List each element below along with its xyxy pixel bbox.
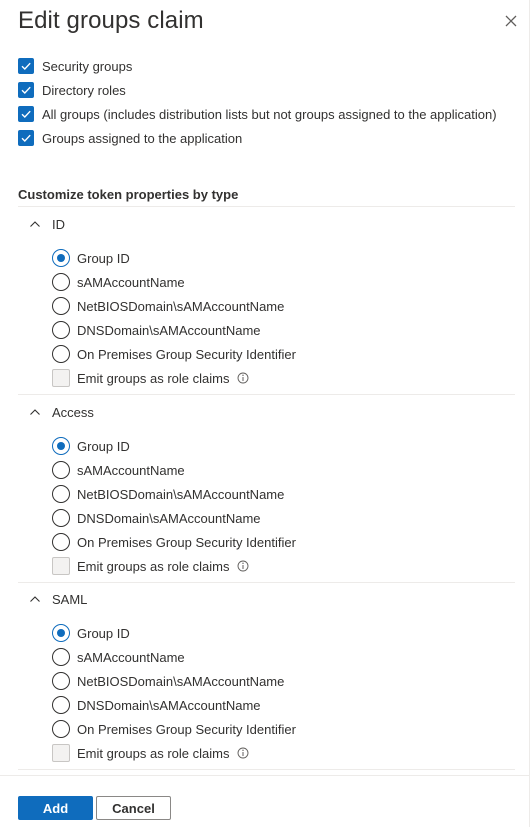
checkbox[interactable] bbox=[18, 58, 34, 74]
section-title: ID bbox=[52, 216, 65, 232]
chevron-up-icon bbox=[30, 221, 40, 227]
footer-divider bbox=[0, 775, 529, 776]
section-toggle-saml[interactable]: SAML bbox=[28, 589, 87, 609]
checkbox-label: Emit groups as role claims bbox=[77, 558, 230, 574]
checkmark-icon bbox=[21, 86, 31, 94]
section-title: SAML bbox=[52, 591, 88, 607]
cancel-button[interactable]: Cancel bbox=[96, 796, 171, 820]
radio-button[interactable] bbox=[52, 533, 70, 551]
radio-label: DNSDomain\sAMAccountName bbox=[77, 322, 261, 338]
radio-button[interactable] bbox=[52, 720, 70, 738]
checkmark-icon bbox=[21, 134, 31, 142]
customize-heading: Customize token properties by type bbox=[18, 187, 239, 202]
checkbox[interactable] bbox=[52, 744, 70, 762]
radio-option[interactable]: NetBIOSDomain\sAMAccountName bbox=[52, 484, 284, 504]
checkbox[interactable] bbox=[18, 106, 34, 122]
radio-button[interactable] bbox=[52, 648, 70, 666]
emit-role-claims-option[interactable]: Emit groups as role claims bbox=[52, 368, 249, 388]
checkbox-label: Directory roles bbox=[42, 82, 126, 98]
radio-option[interactable]: DNSDomain\sAMAccountName bbox=[52, 508, 261, 528]
checkbox-label: All groups (includes distribution lists … bbox=[42, 106, 497, 122]
divider bbox=[18, 582, 515, 583]
chevron-up-icon bbox=[30, 409, 40, 415]
radio-label: NetBIOSDomain\sAMAccountName bbox=[77, 673, 285, 689]
close-button[interactable] bbox=[500, 10, 522, 32]
checkbox[interactable] bbox=[18, 82, 34, 98]
radio-option[interactable]: Group ID bbox=[52, 436, 130, 456]
divider bbox=[18, 394, 515, 395]
info-icon[interactable] bbox=[237, 372, 249, 384]
radio-option[interactable]: DNSDomain\sAMAccountName bbox=[52, 320, 261, 340]
checkmark-icon bbox=[21, 62, 31, 70]
divider bbox=[18, 206, 515, 207]
radio-option[interactable]: NetBIOSDomain\sAMAccountName bbox=[52, 671, 284, 691]
radio-option[interactable]: NetBIOSDomain\sAMAccountName bbox=[52, 296, 284, 316]
checkbox-label: Emit groups as role claims bbox=[77, 370, 230, 386]
radio-option[interactable]: On Premises Group Security Identifier bbox=[52, 532, 296, 552]
radio-option[interactable]: sAMAccountName bbox=[52, 460, 185, 480]
radio-label: sAMAccountName bbox=[77, 274, 185, 290]
info-icon[interactable] bbox=[237, 747, 249, 759]
radio-option[interactable]: Group ID bbox=[52, 623, 130, 643]
radio-button[interactable] bbox=[52, 249, 70, 267]
radio-label: DNSDomain\sAMAccountName bbox=[77, 510, 261, 526]
section-title: Access bbox=[52, 404, 94, 420]
radio-label: sAMAccountName bbox=[77, 649, 185, 665]
checkbox[interactable] bbox=[52, 369, 70, 387]
radio-label: Group ID bbox=[77, 438, 130, 454]
emit-role-claims-option[interactable]: Emit groups as role claims bbox=[52, 556, 249, 576]
radio-button[interactable] bbox=[52, 321, 70, 339]
checkbox-label: Security groups bbox=[42, 58, 133, 74]
group-type-option[interactable]: All groups (includes distribution lists … bbox=[18, 104, 497, 124]
radio-button[interactable] bbox=[52, 345, 70, 363]
emit-role-claims-option[interactable]: Emit groups as role claims bbox=[52, 743, 249, 763]
radio-label: NetBIOSDomain\sAMAccountName bbox=[77, 486, 285, 502]
radio-button[interactable] bbox=[52, 437, 70, 455]
radio-button[interactable] bbox=[52, 485, 70, 503]
radio-option[interactable]: sAMAccountName bbox=[52, 272, 185, 292]
radio-label: DNSDomain\sAMAccountName bbox=[77, 697, 261, 713]
radio-button[interactable] bbox=[52, 297, 70, 315]
radio-label: On Premises Group Security Identifier bbox=[77, 721, 296, 737]
close-icon bbox=[505, 15, 517, 27]
radio-label: sAMAccountName bbox=[77, 462, 185, 478]
radio-option[interactable]: DNSDomain\sAMAccountName bbox=[52, 695, 261, 715]
add-button[interactable]: Add bbox=[18, 796, 93, 820]
radio-label: On Premises Group Security Identifier bbox=[77, 346, 296, 362]
dialog-title: Edit groups claim bbox=[18, 7, 204, 34]
checkbox[interactable] bbox=[52, 557, 70, 575]
radio-label: Group ID bbox=[77, 250, 130, 266]
chevron-up-icon bbox=[30, 596, 40, 602]
group-type-option[interactable]: Groups assigned to the application bbox=[18, 128, 242, 148]
radio-button[interactable] bbox=[52, 509, 70, 527]
radio-label: On Premises Group Security Identifier bbox=[77, 534, 296, 550]
group-type-option[interactable]: Security groups bbox=[18, 56, 132, 76]
radio-button[interactable] bbox=[52, 461, 70, 479]
radio-option[interactable]: sAMAccountName bbox=[52, 647, 185, 667]
group-type-option[interactable]: Directory roles bbox=[18, 80, 126, 100]
info-icon[interactable] bbox=[237, 560, 249, 572]
radio-button[interactable] bbox=[52, 672, 70, 690]
radio-button[interactable] bbox=[52, 624, 70, 642]
checkmark-icon bbox=[21, 110, 31, 118]
radio-button[interactable] bbox=[52, 273, 70, 291]
radio-button[interactable] bbox=[52, 696, 70, 714]
radio-label: Group ID bbox=[77, 625, 130, 641]
checkbox-label: Groups assigned to the application bbox=[42, 130, 243, 146]
section-toggle-access[interactable]: Access bbox=[28, 402, 94, 422]
checkbox-label: Emit groups as role claims bbox=[77, 745, 230, 761]
checkbox[interactable] bbox=[18, 130, 34, 146]
divider bbox=[18, 769, 515, 770]
radio-option[interactable]: On Premises Group Security Identifier bbox=[52, 719, 296, 739]
radio-option[interactable]: Group ID bbox=[52, 248, 130, 268]
radio-option[interactable]: On Premises Group Security Identifier bbox=[52, 344, 296, 364]
radio-label: NetBIOSDomain\sAMAccountName bbox=[77, 298, 285, 314]
section-toggle-id[interactable]: ID bbox=[28, 214, 65, 234]
